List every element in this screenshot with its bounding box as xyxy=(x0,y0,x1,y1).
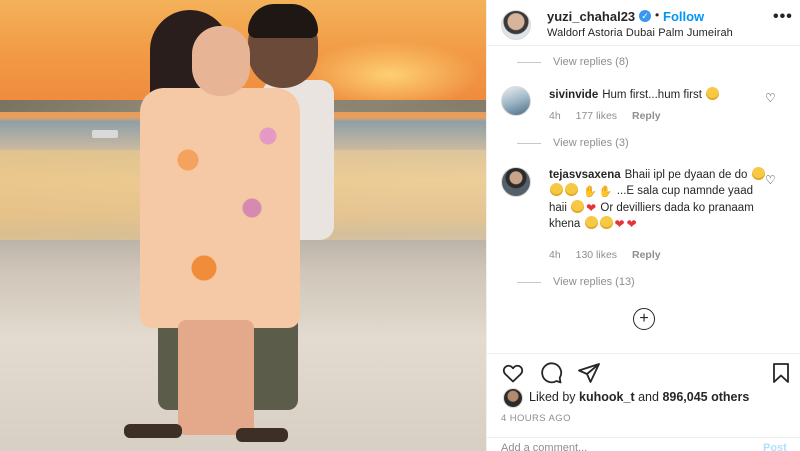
liked-by-user[interactable]: kuhook_t xyxy=(579,390,635,404)
heart-icon[interactable] xyxy=(501,361,525,385)
laughing-emoji-icon xyxy=(565,183,578,196)
laughing-emoji-icon xyxy=(599,216,613,229)
post-side-panel: yuzi_chahal23 ✓ • Follow Waldorf Astoria… xyxy=(486,0,800,451)
view-replies-button[interactable]: View replies (13) xyxy=(553,276,635,288)
comment-age: 4h xyxy=(549,249,561,261)
likes-summary: Liked by kuhook_t and 896,045 others xyxy=(529,390,749,404)
comment-likes[interactable]: 177 likes xyxy=(576,110,617,122)
follow-button[interactable]: Follow xyxy=(663,9,704,24)
comment-username[interactable]: sivinvide xyxy=(549,89,598,101)
laughing-emoji-icon xyxy=(571,200,585,213)
liked-by-label: Liked by xyxy=(529,390,576,404)
comment-likes[interactable]: 130 likes xyxy=(576,249,617,261)
avatar[interactable] xyxy=(501,167,531,197)
woman-dress xyxy=(140,88,300,328)
comment-meta: 4h 130 likes Reply xyxy=(549,249,673,261)
add-comment-input[interactable]: Add a comment... xyxy=(501,442,587,451)
comment-username[interactable]: tejasvsaxena xyxy=(549,169,621,181)
verified-badge-icon: ✓ xyxy=(639,10,651,22)
plus-circle-icon[interactable]: + xyxy=(633,308,655,330)
comment-meta: 4h 177 likes Reply xyxy=(549,110,673,122)
boat xyxy=(92,130,118,138)
red-heart-icon: ❤ xyxy=(586,201,597,215)
post-actions: Liked by kuhook_t and 896,045 others 4 H… xyxy=(487,353,800,451)
post-photo[interactable] xyxy=(0,0,486,451)
red-heart-icon: ❤ xyxy=(614,217,625,231)
comment-text: tejasvsaxena Bhaii ipl pe dyaan de do ✋ ✋ … xyxy=(549,167,769,232)
man-hair xyxy=(248,4,318,38)
red-heart-icon: ❤ xyxy=(626,217,637,231)
comment-body: Bhaii ipl pe dyaan de do xyxy=(624,169,748,181)
avatar[interactable] xyxy=(501,86,531,116)
woman-legs xyxy=(178,320,254,435)
avatar[interactable] xyxy=(503,388,523,408)
heart-outline-icon[interactable]: ♡ xyxy=(765,92,777,104)
post-location[interactable]: Waldorf Astoria Dubai Palm Jumeirah xyxy=(547,27,733,39)
sandal xyxy=(124,424,182,438)
share-icon[interactable] xyxy=(577,361,601,385)
bookmark-icon[interactable] xyxy=(769,361,793,385)
comment-icon[interactable] xyxy=(539,361,563,385)
comments-list[interactable]: View replies (8) sivinvide Hum first...hu… xyxy=(487,47,800,353)
more-options-icon[interactable]: ••• xyxy=(773,8,793,26)
laughing-emoji-icon xyxy=(550,183,563,196)
comment-text: sivinvide Hum first...hum first xyxy=(549,87,769,103)
reply-button[interactable]: Reply xyxy=(632,110,661,122)
reply-button[interactable]: Reply xyxy=(632,249,661,261)
laughing-emoji-icon xyxy=(706,87,720,100)
post-timestamp[interactable]: 4 HOURS AGO xyxy=(501,413,571,424)
heart-outline-icon[interactable]: ♡ xyxy=(765,174,777,186)
likes-count[interactable]: 896,045 others xyxy=(662,390,749,404)
laughing-emoji-icon xyxy=(584,216,598,229)
sandal xyxy=(236,428,288,442)
view-replies-button[interactable]: View replies (3) xyxy=(553,137,629,149)
view-replies-button[interactable]: View replies (8) xyxy=(553,56,629,68)
laughing-emoji-icon xyxy=(751,167,765,180)
post-header: yuzi_chahal23 ✓ • Follow Waldorf Astoria… xyxy=(487,0,800,46)
woman-face xyxy=(192,26,250,96)
post-username[interactable]: yuzi_chahal23 xyxy=(547,9,635,24)
comment-body: Hum first...hum first xyxy=(602,89,702,101)
and-label: and xyxy=(638,390,659,404)
folded-hands-icon: ✋ xyxy=(598,186,613,198)
folded-hands-icon: ✋ xyxy=(583,186,597,198)
comment-age: 4h xyxy=(549,110,561,122)
post-comment-button[interactable]: Post xyxy=(763,442,787,451)
avatar[interactable] xyxy=(501,10,531,40)
separator-dot: • xyxy=(655,8,660,22)
add-comment-bar: Add a comment... Post xyxy=(487,437,800,451)
